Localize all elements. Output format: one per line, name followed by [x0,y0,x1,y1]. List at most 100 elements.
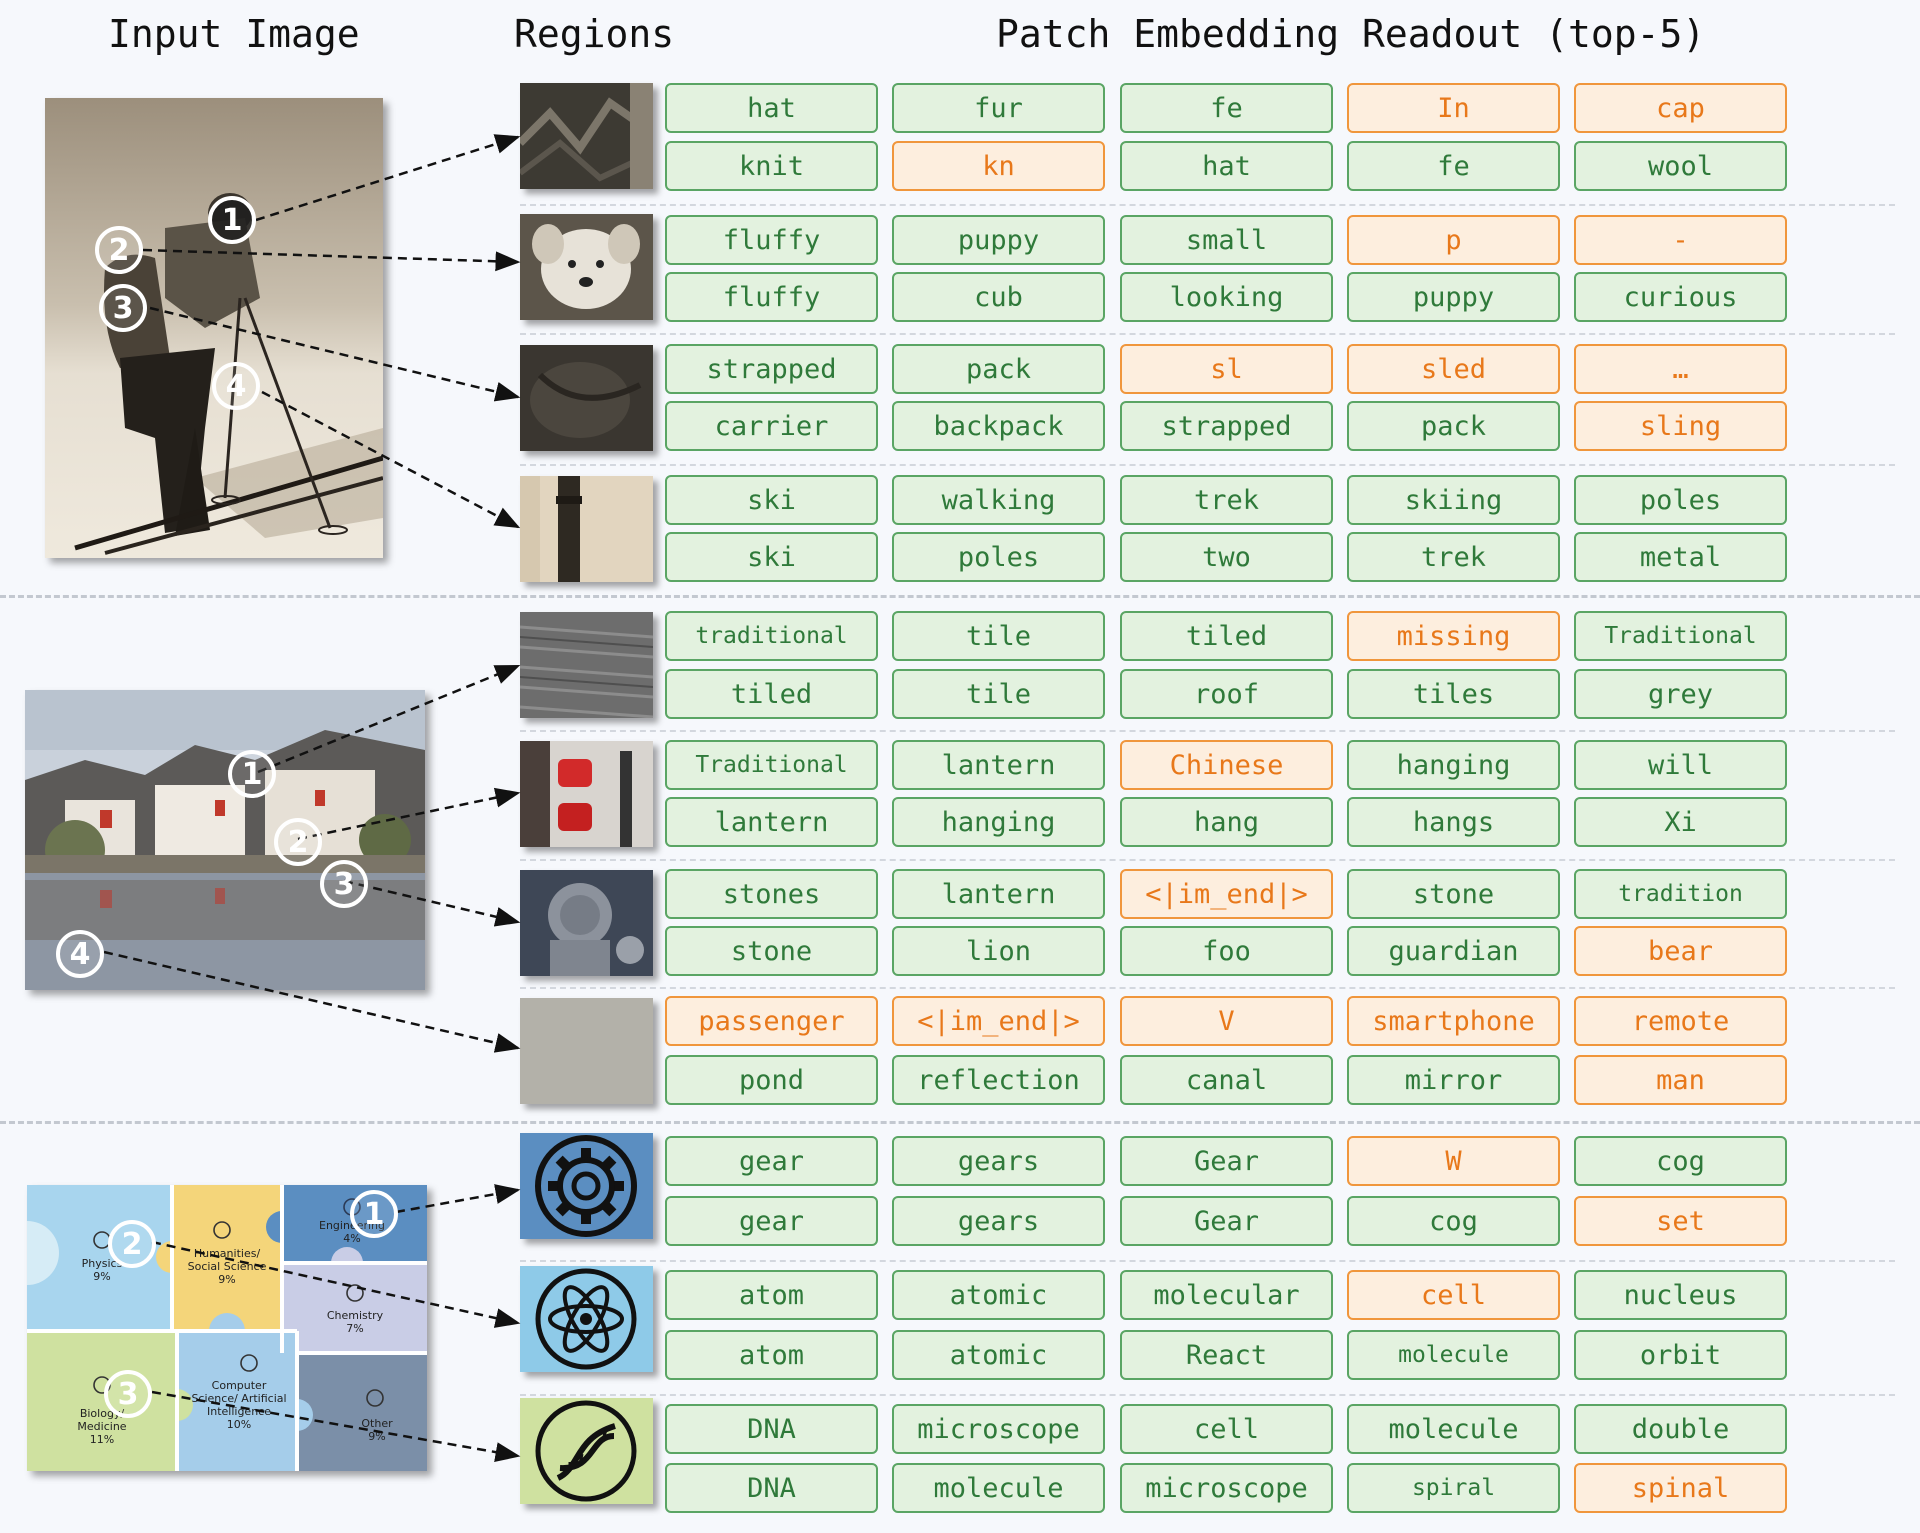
token-chip: Xi [1574,797,1787,847]
token-chip: molecule [1347,1330,1560,1380]
token-chip: orbit [1574,1330,1787,1380]
row-separator [520,859,1895,861]
token-chip: gears [892,1196,1105,1246]
token-chip: stone [1347,869,1560,919]
marker-puzzle-1: 1 [350,1190,398,1238]
token-chip: looking [1120,272,1333,322]
token-chip: kn [892,141,1105,191]
token-chip: fur [892,83,1105,133]
row-separator [520,730,1895,732]
token-chip: cap [1574,83,1787,133]
token-chip: atom [665,1330,878,1380]
token-chip: p [1347,215,1560,265]
token-chip: tiled [1120,611,1333,661]
token-chip: will [1574,740,1787,790]
token-chip: hanging [1347,740,1560,790]
token-chip: atom [665,1270,878,1320]
token-chip: <|im_end|> [1120,869,1333,919]
token-chip: mirror [1347,1055,1560,1105]
token-chip: molecule [1347,1404,1560,1454]
token-chip: cog [1574,1136,1787,1186]
token-chip: foo [1120,926,1333,976]
token-chip: hanging [892,797,1105,847]
token-chip: skiing [1347,475,1560,525]
token-chip: nucleus [1574,1270,1787,1320]
token-chip: fe [1347,141,1560,191]
token-chip: trek [1347,532,1560,582]
token-chip: … [1574,344,1787,394]
token-chip: cell [1347,1270,1560,1320]
token-chip: wool [1574,141,1787,191]
token-chip: tile [892,611,1105,661]
marker-puzzle-3: 3 [104,1370,152,1418]
token-chip: sled [1347,344,1560,394]
token-chip: carrier [665,401,878,451]
token-chip: lantern [892,740,1105,790]
token-chip: cell [1120,1404,1333,1454]
token-chip: hat [1120,141,1333,191]
marker-skier-2: 2 [95,226,143,274]
token-chip: Gear [1120,1136,1333,1186]
token-chip: atomic [892,1270,1105,1320]
token-chip: gears [892,1136,1105,1186]
token-chip: sling [1574,401,1787,451]
token-chip: tradition [1574,869,1787,919]
token-chip: W [1347,1136,1560,1186]
token-chip: curious [1574,272,1787,322]
token-chip: small [1120,215,1333,265]
token-chip: lion [892,926,1105,976]
token-chip: pond [665,1055,878,1105]
row-separator [520,1260,1895,1262]
marker-puzzle-2: 2 [108,1220,156,1268]
token-chip: traditional [665,611,878,661]
token-chip: Traditional [665,740,878,790]
token-chip: missing [1347,611,1560,661]
token-chip: V [1120,996,1333,1046]
row-separator [520,464,1895,466]
token-chip: pack [892,344,1105,394]
token-chip: puppy [1347,272,1560,322]
row-separator [520,333,1895,335]
token-chip: lantern [892,869,1105,919]
token-chip: lantern [665,797,878,847]
token-chip: backpack [892,401,1105,451]
marker-skier-1: 1 [208,196,256,244]
token-chip: sl [1120,344,1333,394]
figure-canvas: Input Image Regions Patch Embedding Read… [0,0,1920,1533]
token-chip: puppy [892,215,1105,265]
token-chip: spinal [1574,1463,1787,1513]
token-chip: gear [665,1136,878,1186]
token-chip: grey [1574,669,1787,719]
token-chip: Chinese [1120,740,1333,790]
token-chip: set [1574,1196,1787,1246]
token-chip: poles [1574,475,1787,525]
token-chip: molecular [1120,1270,1333,1320]
token-chip: tiles [1347,669,1560,719]
row-separator [520,204,1895,206]
marker-village-1: 1 [228,750,276,798]
token-chip: hang [1120,797,1333,847]
token-chip: walking [892,475,1105,525]
token-chip: guardian [1347,926,1560,976]
token-chip: DNA [665,1404,878,1454]
token-chip: microscope [1120,1463,1333,1513]
token-chip: atomic [892,1330,1105,1380]
marker-village-4: 4 [56,930,104,978]
token-chip: hangs [1347,797,1560,847]
token-chip: fluffy [665,215,878,265]
token-chip: double [1574,1404,1787,1454]
token-chip: cub [892,272,1105,322]
marker-village-2: 2 [274,818,322,866]
token-chip: React [1120,1330,1333,1380]
token-chip: Traditional [1574,611,1787,661]
token-chip: stones [665,869,878,919]
token-chip: two [1120,532,1333,582]
token-chip: reflection [892,1055,1105,1105]
token-chip: knit [665,141,878,191]
token-chip: passenger [665,996,878,1046]
token-chip: DNA [665,1463,878,1513]
token-chip: hat [665,83,878,133]
token-chip: In [1347,83,1560,133]
token-chip: poles [892,532,1105,582]
token-chip: tiled [665,669,878,719]
